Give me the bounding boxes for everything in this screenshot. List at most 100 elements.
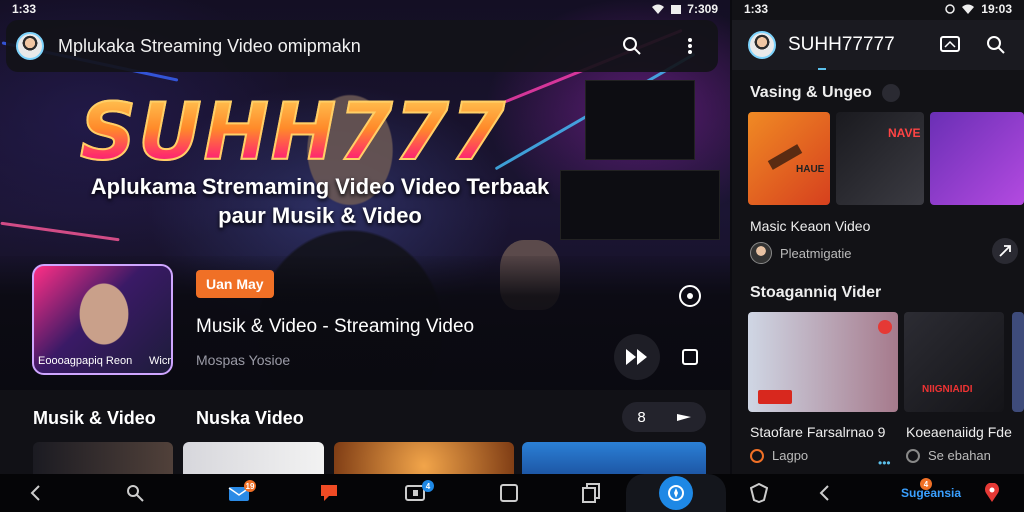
- share-button[interactable]: [992, 238, 1018, 264]
- tile-2-text: NAVE: [888, 126, 921, 140]
- location-nav-button[interactable]: [980, 474, 1004, 512]
- search-icon: [623, 37, 641, 55]
- tv-nav-button[interactable]: 4: [398, 474, 434, 512]
- section-heading-1-text: Vasing & Ungeo: [750, 84, 872, 102]
- status-bar-right: 1:33 19:03: [732, 0, 1024, 18]
- live-badge[interactable]: Uan May: [196, 270, 274, 298]
- section-heading-1: Vasing & Ungeo: [750, 84, 901, 102]
- studio-monitor: [585, 80, 695, 160]
- system-nav-bar: 19 4 Sugeansia 4: [0, 474, 1024, 512]
- mail-badge: 19: [244, 480, 256, 492]
- brand-badge: 4: [920, 478, 932, 490]
- record-button[interactable]: [678, 284, 702, 313]
- hero-tagline: Aplukama Stremaming Video Video Terbaak …: [80, 172, 560, 230]
- chat-bubble-icon: [321, 485, 337, 501]
- notification-badge: [878, 320, 892, 334]
- cast-button[interactable]: [936, 31, 964, 59]
- status-time-right: 1:33: [744, 2, 769, 16]
- map-pin-icon: [985, 483, 999, 502]
- more-options-button[interactable]: [676, 32, 704, 60]
- more-dots-icon[interactable]: •••: [878, 456, 891, 470]
- pill-value: 8: [637, 408, 646, 426]
- channel-ring-icon: [906, 448, 920, 463]
- status-battery-right: 19:03: [981, 2, 1012, 16]
- share-arrow-icon: [999, 245, 1011, 257]
- hero-tagline-line2: paur Musik & Video: [218, 203, 422, 228]
- back-chevron-icon: [819, 485, 829, 501]
- play-pause-button[interactable]: [614, 334, 660, 380]
- section-1-card-title[interactable]: Masic Keaon Video: [750, 218, 870, 234]
- back-button-right[interactable]: [812, 474, 836, 512]
- thumbnail-caption-left: Eoooagpapiq Reon: [38, 355, 133, 367]
- back-chevron-icon: [30, 485, 40, 501]
- search-icon: [987, 36, 1005, 54]
- stop-button[interactable]: [682, 349, 698, 370]
- video-tile-3-peek[interactable]: [1012, 312, 1024, 412]
- brand-nav-item[interactable]: Sugeansia 4: [896, 474, 966, 512]
- music-tile-1[interactable]: HAUE: [748, 112, 830, 205]
- compass-icon: [668, 485, 684, 501]
- search-button[interactable]: [618, 32, 646, 60]
- section-2-card-2-meta-text: Se ebahan: [928, 448, 991, 463]
- wifi-icon: [962, 4, 975, 14]
- flag-nav-button[interactable]: [314, 474, 344, 512]
- side-browse-pane: 1:33 19:03 SUHH77777 Vasing & Ungeo HAUE…: [732, 0, 1024, 474]
- section-2-card-1-title[interactable]: Staofare Farsalrnao 9: [750, 424, 885, 440]
- active-nav-tab[interactable]: [626, 474, 726, 512]
- back-button[interactable]: [20, 474, 50, 512]
- tile-art-text: NIIGNIAIDI: [922, 384, 973, 395]
- search-button-right[interactable]: [982, 31, 1010, 59]
- section-2-card-1-meta[interactable]: Lagpo: [750, 448, 808, 463]
- profile-avatar-right[interactable]: [748, 31, 776, 59]
- section-2-card-2-title[interactable]: Koeaenaiidg Fde: [906, 424, 1012, 440]
- channel-avatar: [750, 242, 772, 264]
- row-heading-nuska: Nuska Video: [196, 408, 304, 428]
- music-tile-3[interactable]: [930, 112, 1024, 205]
- brand-nav-text: Sugeansia: [900, 486, 962, 500]
- square-home-icon: [500, 484, 518, 502]
- video-card[interactable]: [33, 442, 173, 474]
- section-2-card-2-meta[interactable]: Se ebahan: [906, 448, 991, 463]
- signal-icon: [671, 5, 682, 14]
- hero-tagline-line1: Aplukama Stremaming Video Video Terbaak: [90, 174, 550, 199]
- music-tile-2[interactable]: NAVE: [836, 112, 924, 205]
- tv-badge: 4: [422, 480, 434, 492]
- video-card[interactable]: [522, 442, 706, 474]
- square-icon: [682, 349, 698, 365]
- mail-nav-button[interactable]: 19: [222, 474, 256, 512]
- section-1-channel[interactable]: Pleatmigatie: [750, 242, 852, 264]
- now-playing-title: Musik & Video - Streaming Video: [196, 316, 475, 337]
- now-playing-thumbnail[interactable]: Eoooagpapiq Reon Wicr: [32, 264, 173, 375]
- section-heading-2: Stoaganniq Vider: [750, 284, 882, 301]
- thumbnail-caption-right: Wicr: [149, 355, 171, 367]
- studio-monitor: [560, 170, 720, 240]
- video-tile-1[interactable]: [748, 312, 898, 412]
- more-vertical-icon: [688, 38, 692, 54]
- row-filter-pill[interactable]: 8: [622, 402, 706, 432]
- home-nav-button[interactable]: [494, 474, 524, 512]
- app-title: Mplukaka Streaming Video omipmakn: [58, 35, 361, 56]
- status-time: 1:33: [12, 2, 37, 16]
- right-top-bar: SUHH77777: [732, 20, 1024, 70]
- shield-icon: [750, 483, 768, 503]
- status-bar: 1:33 7:309: [0, 0, 730, 18]
- right-app-title: SUHH77777: [788, 34, 895, 55]
- shield-nav-button[interactable]: [744, 474, 774, 512]
- recents-nav-button[interactable]: [576, 474, 606, 512]
- search-nav-button[interactable]: [120, 474, 150, 512]
- video-card[interactable]: [334, 442, 514, 474]
- status-battery-text: 7:309: [687, 2, 718, 16]
- compass-button[interactable]: [659, 476, 693, 510]
- arrow-icon[interactable]: [882, 84, 901, 102]
- section-1-channel-name: Pleatmigatie: [780, 245, 852, 261]
- video-card[interactable]: [183, 442, 324, 474]
- now-playing-panel: Eoooagpapiq Reon Wicr Uan May Musik & Vi…: [0, 256, 730, 390]
- active-tab-indicator: [818, 68, 826, 70]
- video-tile-2[interactable]: NIIGNIAIDI: [904, 312, 1004, 412]
- wifi-icon: [652, 4, 665, 14]
- copy-icon: [582, 483, 600, 503]
- profile-avatar[interactable]: [16, 32, 44, 60]
- video-row: Musik & Video Nuska Video 8: [0, 390, 730, 474]
- alarm-icon: [945, 4, 956, 14]
- channel-logo-badge: [758, 390, 792, 404]
